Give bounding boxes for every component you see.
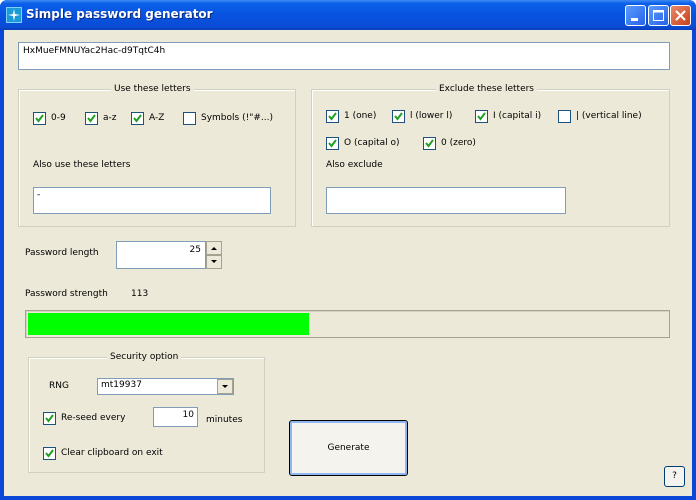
exclude-extra-input[interactable]	[326, 187, 566, 214]
clear-clipboard-checkbox[interactable]	[43, 447, 56, 460]
checkmark-icon	[394, 112, 403, 121]
length-decrease-button[interactable]	[206, 255, 222, 269]
reseed-unit-label: minutes	[206, 415, 243, 425]
checkmark-icon	[45, 414, 54, 423]
security-options-legend: Security option	[107, 352, 182, 362]
security-options-group: Security option RNG mt19937 Re-seed ever…	[28, 352, 265, 473]
close-button[interactable]	[670, 5, 691, 26]
password-length-input[interactable]: 25	[116, 241, 206, 269]
password-output-field[interactable]: HxMueFMNUYac2Hac-d9TqtC4h	[18, 42, 670, 70]
exclude-capital-i-label: I (capital i)	[493, 111, 542, 121]
checkmark-icon	[328, 139, 337, 148]
exclude-vertical-line-label: | (vertical line)	[576, 111, 642, 121]
password-output-text: HxMueFMNUYac2Hac-d9TqtC4h	[23, 46, 166, 56]
exclude-capital-o-checkbox[interactable]	[326, 137, 339, 150]
chevron-down-icon	[222, 385, 228, 388]
exclude-vertical-line-checkbox[interactable]	[558, 110, 571, 123]
exclude-zero-label: 0 (zero)	[441, 138, 476, 148]
exclude-capital-o-label: O (capital o)	[344, 138, 400, 148]
clear-clipboard-label: Clear clipboard on exit	[61, 448, 163, 458]
exclude-capital-i-checkbox[interactable]	[475, 110, 488, 123]
checkmark-icon	[35, 114, 44, 123]
rng-label: RNG	[49, 381, 69, 391]
password-length-label: Password length	[25, 248, 99, 258]
include-lowercase-label: a-z	[103, 113, 117, 123]
exclude-letters-legend: Exclude these letters	[436, 84, 537, 94]
length-increase-button[interactable]	[206, 241, 222, 255]
maximize-button[interactable]	[648, 5, 669, 26]
exclude-lower-l-checkbox[interactable]	[392, 110, 405, 123]
close-icon	[675, 10, 686, 21]
arrow-down-icon	[211, 260, 217, 263]
include-letters-legend: Use these letters	[111, 84, 194, 94]
password-strength-fill	[28, 313, 309, 335]
include-symbols-checkbox[interactable]	[183, 112, 196, 125]
reseed-minutes-input[interactable]: 10	[153, 407, 198, 427]
exclude-lower-l-label: l (lower l)	[410, 111, 453, 121]
exclude-one-label: 1 (one)	[344, 111, 377, 121]
maximize-icon	[653, 10, 664, 21]
checkmark-icon	[477, 112, 486, 121]
help-button[interactable]: ?	[664, 466, 685, 487]
generate-button[interactable]: Generate	[289, 420, 408, 476]
minimize-button[interactable]	[625, 5, 646, 26]
rng-select-value: mt19937	[101, 380, 142, 390]
checkmark-icon	[45, 449, 54, 458]
exclude-zero-checkbox[interactable]	[423, 137, 436, 150]
arrow-up-icon	[211, 247, 217, 250]
checkmark-icon	[328, 112, 337, 121]
rng-select[interactable]: mt19937	[97, 378, 234, 395]
app-window: Simple password generator HxMueFMNUYac2H…	[0, 0, 696, 500]
password-strength-bar	[25, 310, 670, 338]
checkmark-icon	[133, 114, 142, 123]
reseed-label: Re-seed every	[61, 413, 126, 423]
include-letters-group: Use these letters 0-9 a-z A-Z Symbols (!…	[18, 84, 296, 227]
include-extra-input[interactable]: -	[33, 187, 271, 214]
include-uppercase-label: A-Z	[149, 113, 165, 123]
include-digits-label: 0-9	[51, 113, 66, 123]
window-title: Simple password generator	[26, 7, 213, 21]
app-icon	[6, 7, 22, 23]
password-strength-value: 113	[131, 289, 149, 299]
minimize-icon	[631, 18, 638, 21]
include-symbols-label: Symbols (!"#...)	[201, 113, 273, 123]
include-digits-checkbox[interactable]	[33, 112, 46, 125]
exclude-letters-group: Exclude these letters 1 (one) l (lower l…	[311, 84, 670, 227]
title-bar[interactable]: Simple password generator	[0, 0, 696, 30]
rng-dropdown-button[interactable]	[217, 379, 233, 394]
reseed-checkbox[interactable]	[43, 412, 56, 425]
password-strength-label: Password strength	[25, 289, 108, 299]
include-uppercase-checkbox[interactable]	[131, 112, 144, 125]
include-lowercase-checkbox[interactable]	[85, 112, 98, 125]
checkmark-icon	[87, 114, 96, 123]
checkmark-icon	[425, 139, 434, 148]
include-extra-label: Also use these letters	[33, 160, 131, 170]
exclude-extra-label: Also exclude	[326, 160, 383, 170]
exclude-one-checkbox[interactable]	[326, 110, 339, 123]
client-area: HxMueFMNUYac2Hac-d9TqtC4h Use these lett…	[4, 30, 692, 496]
